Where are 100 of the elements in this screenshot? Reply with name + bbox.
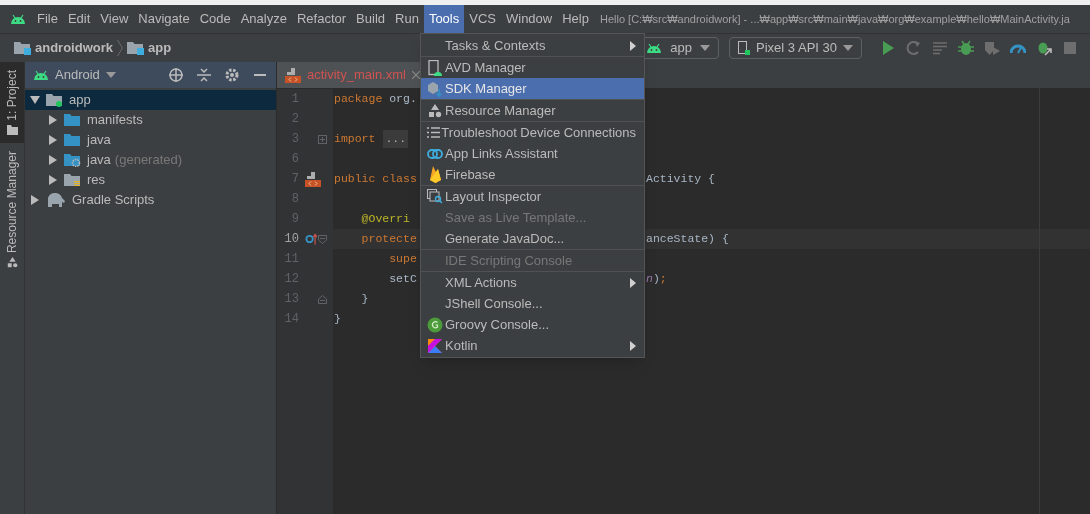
folder-icon [64,113,81,127]
menu-item[interactable]: Build [351,5,390,33]
close-icon[interactable] [411,71,420,79]
android-icon [33,70,49,80]
android-icon [646,43,663,53]
collapse-icon[interactable] [196,67,212,83]
menu-entry[interactable]: Layout Inspector [421,186,644,207]
link-icon [427,148,443,159]
shapes-icon [6,256,18,268]
run-icon[interactable] [880,40,896,56]
tree-item[interactable]: Gradle Scripts [25,190,276,210]
tree-item[interactable]: manifests [25,110,276,130]
shield-play-icon[interactable] [984,40,1000,56]
code-text: anceState) { [646,231,729,248]
tree-label: java [87,131,111,150]
expanded-arrow-icon[interactable] [30,95,40,105]
code-text: public class [334,171,417,188]
settings-icon[interactable] [224,67,240,83]
code-text: n [646,271,653,288]
folder-icon [64,173,81,187]
caret-icon [105,72,116,78]
menu-item[interactable]: Code [194,5,236,33]
elephant-icon [46,193,66,207]
flame-icon [428,166,442,183]
menu-entry[interactable]: Generate JavaDoc... [421,228,644,249]
list-icon [426,127,440,138]
tree-item[interactable]: app [25,90,276,110]
chevron-icon [117,40,123,56]
device-dropdown[interactable]: Pixel 3 API 30 [729,37,862,59]
kotlin-icon [428,338,442,353]
view-selector[interactable]: Android [55,65,100,85]
breadcrumb[interactable]: app [148,38,172,58]
list-arrow-icon[interactable] [932,40,948,56]
phone-icon [428,59,442,76]
crosshair-icon[interactable] [168,67,184,83]
stop-icon[interactable] [1062,40,1078,56]
override-icon[interactable] [305,232,318,246]
menu-item[interactable]: Run [390,5,424,33]
folder-icon [64,153,81,167]
caret-icon [700,45,711,51]
code-text: Activity { [646,171,715,188]
module-folder-icon [46,93,63,107]
menu-entry[interactable]: Kotlin [421,335,644,356]
tree-label: manifests [87,111,143,130]
tree-label: Gradle Scripts [72,191,155,210]
menu-item[interactable]: File [32,5,63,33]
menu-item[interactable]: Refactor [291,5,352,33]
code-text: ; [659,271,667,288]
android-icon [10,14,26,24]
menu-entry[interactable]: Troubleshoot Device Connections [421,122,644,143]
folder-icon [6,124,18,135]
menu-entry[interactable]: Resource Manager [421,100,644,121]
cube-download-icon [427,80,443,97]
menu-entry[interactable]: JShell Console... [421,293,644,314]
bug-icon[interactable] [958,40,974,56]
restart-icon[interactable] [906,40,922,56]
module-folder-icon [14,41,31,55]
tree-note: (generated) [114,151,183,170]
xml-layout-icon [305,171,321,187]
breadcrumb[interactable]: androidwork [35,38,113,58]
menu-entry[interactable]: Groovy Console... [421,314,644,335]
tree-label: res [87,171,106,190]
menu-item[interactable]: Navigate [133,5,195,33]
phone-icon [738,41,751,55]
menu-entry[interactable]: XML Actions [421,272,644,293]
code-text: } [334,311,341,328]
expand-fold-icon[interactable] [317,134,327,144]
tree-item[interactable]: res [25,170,276,190]
code-text: supe [388,251,417,268]
menu-item[interactable]: Help [557,5,594,33]
code-text: import [334,131,376,148]
xml-layout-icon [285,67,301,83]
side-tab[interactable]: 1: Project [0,62,24,143]
tree-item[interactable]: java (generated) [25,150,276,170]
code-text: ) [652,271,660,288]
shapes-icon [428,103,442,118]
menu-entry[interactable]: App Links Assistant [421,143,644,164]
module-folder-icon [127,41,144,55]
menu-entry[interactable]: Firebase [421,164,644,185]
folder-icon [64,133,81,147]
menu-item[interactable]: Window [500,5,558,33]
caret-icon [843,45,853,51]
line-number: 10 [284,231,299,248]
menu-item[interactable]: Edit [62,5,96,33]
folded-code[interactable]: ... [383,130,409,148]
menu-item[interactable]: View [95,5,134,33]
menu-entry[interactable]: SDK Manager [421,78,644,99]
menu-item[interactable]: Analyze [235,5,292,33]
code-text: package [334,91,383,108]
code-text: protecte [360,231,417,248]
layout-search-icon [427,189,443,204]
groovy-icon [427,316,443,333]
fold-end-icon[interactable] [317,294,327,304]
menu-item[interactable]: Tools [423,5,465,33]
tree-item[interactable]: java [25,130,276,150]
tree-label: java [87,151,111,170]
side-tab[interactable]: Resource Manager [0,142,24,276]
code-text: org. [388,91,417,108]
collapse-fold-icon[interactable] [317,234,327,244]
menu-item[interactable]: VCS [464,5,501,33]
